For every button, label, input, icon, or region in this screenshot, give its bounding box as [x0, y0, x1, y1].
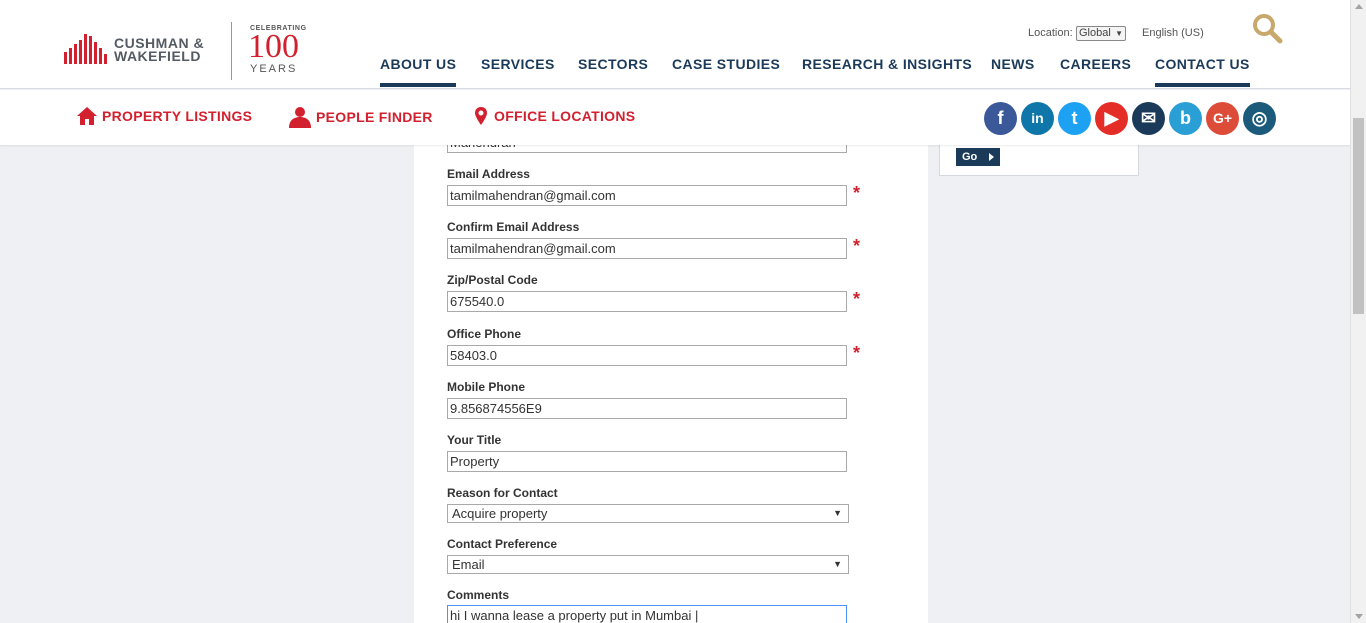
logo-divider — [231, 22, 232, 80]
go-label: Go — [962, 151, 978, 163]
property-listings-label: PROPERTY LISTINGS — [102, 108, 253, 124]
office-locations-label: OFFICE LOCATIONS — [494, 108, 636, 124]
reason-label: Reason for Contact — [447, 486, 558, 500]
instagram-icon[interactable]: ◎ — [1243, 102, 1276, 135]
google-plus-icon[interactable]: G+ — [1206, 102, 1239, 135]
nav-contact-us[interactable]: CONTACT US — [1155, 56, 1250, 87]
preference-label: Contact Preference — [447, 537, 558, 551]
zip-input[interactable]: 675540.0 — [447, 291, 847, 312]
people-finder-link[interactable]: PEOPLE FINDER — [288, 106, 433, 128]
preference-select[interactable]: Email ▼ — [447, 555, 849, 574]
scroll-up-arrow-icon[interactable] — [1355, 4, 1363, 9]
office-locations-link[interactable]: OFFICE LOCATIONS — [472, 106, 635, 126]
arrow-right-icon — [989, 153, 994, 161]
office-phone-required-marker: * — [853, 343, 861, 363]
email-label: Email Address — [447, 167, 530, 181]
confirm-email-required-marker: * — [853, 236, 861, 256]
office-phone-label: Office Phone — [447, 327, 522, 341]
confirm-email-input[interactable]: tamilmahendran@gmail.com — [447, 238, 847, 259]
mobile-phone-input[interactable]: 9.856874556E9 — [447, 398, 847, 419]
nav-about-us[interactable]: ABOUT US — [380, 56, 457, 87]
title-input[interactable]: Property — [447, 451, 847, 472]
person-icon — [289, 107, 311, 128]
zip-required-marker: * — [853, 289, 861, 309]
zip-label: Zip/Postal Code — [447, 273, 538, 287]
nav-services[interactable]: SERVICES — [481, 56, 555, 72]
logo-mark-icon — [64, 34, 107, 64]
nav-careers[interactable]: CAREERS — [1060, 56, 1131, 72]
youtube-icon[interactable]: ▶ — [1095, 102, 1128, 135]
language-selector[interactable]: English (US) — [1142, 27, 1204, 39]
blog-icon[interactable]: b — [1169, 102, 1202, 135]
sidebar-search-box: Go — [939, 145, 1139, 176]
twitter-icon[interactable]: t — [1058, 102, 1091, 135]
chevron-down-icon: ▼ — [833, 559, 842, 569]
chevron-down-icon: ▼ — [833, 508, 842, 518]
location-label: Location: — [1028, 27, 1073, 39]
facebook-icon[interactable]: f — [984, 102, 1017, 135]
nav-sectors[interactable]: SECTORS — [578, 56, 648, 72]
comments-textarea[interactable]: hi I wanna lease a property put in Mumba… — [447, 605, 847, 623]
logo-line-2: WAKEFIELD — [114, 48, 201, 64]
linkedin-icon[interactable]: in — [1021, 102, 1054, 135]
search-icon[interactable] — [1251, 12, 1283, 44]
nav-case-studies[interactable]: CASE STUDIES — [672, 56, 780, 72]
email-icon[interactable]: ✉ — [1132, 102, 1165, 135]
email-input[interactable]: tamilmahendran@gmail.com — [447, 185, 847, 206]
reason-value: Acquire property — [452, 506, 548, 521]
anniversary-unit: YEARS — [250, 63, 298, 75]
reason-select[interactable]: Acquire property ▼ — [447, 504, 849, 523]
chevron-down-icon: ▼ — [1115, 29, 1123, 38]
people-finder-label: PEOPLE FINDER — [316, 109, 433, 125]
go-button[interactable]: Go — [956, 148, 1000, 166]
location-select[interactable]: Global ▼ — [1076, 26, 1126, 41]
home-icon — [77, 107, 97, 125]
confirm-email-label: Confirm Email Address — [447, 220, 580, 234]
mobile-phone-label: Mobile Phone — [447, 380, 525, 394]
page-scrollbar[interactable] — [1350, 0, 1366, 623]
title-label: Your Title — [447, 433, 502, 447]
quick-links-bar: PROPERTY LISTINGS PEOPLE FINDER OFFICE L… — [0, 90, 1350, 145]
scroll-down-arrow-icon[interactable] — [1355, 614, 1363, 619]
comments-label: Comments — [447, 588, 510, 602]
nav-research-insights[interactable]: RESEARCH & INSIGHTS — [802, 56, 972, 72]
anniversary-number: 100 — [248, 28, 299, 65]
preference-value: Email — [452, 557, 485, 572]
location-value: Global — [1079, 27, 1111, 39]
office-phone-input[interactable]: 58403.0 — [447, 345, 847, 366]
site-header: CUSHMAN & WAKEFIELD CELEBRATING 100 YEAR… — [0, 0, 1350, 89]
email-required-marker: * — [853, 183, 861, 203]
map-pin-icon — [475, 107, 487, 125]
nav-news[interactable]: NEWS — [991, 56, 1035, 72]
logo-wordmark: CUSHMAN & WAKEFIELD — [114, 36, 204, 64]
scroll-thumb[interactable] — [1353, 118, 1364, 314]
property-listings-link[interactable]: PROPERTY LISTINGS — [76, 106, 252, 126]
